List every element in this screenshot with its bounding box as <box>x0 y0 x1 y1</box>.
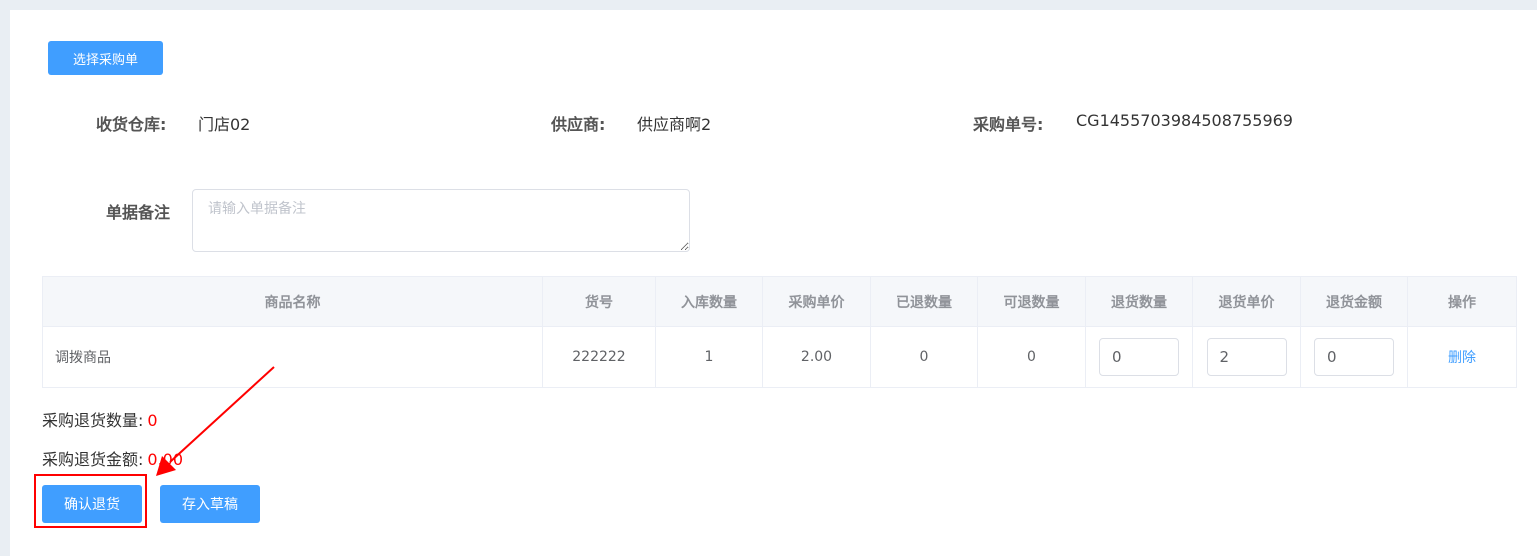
return-amount-input[interactable] <box>1314 338 1394 376</box>
col-header-unit-price: 采购单价 <box>762 276 871 327</box>
return-price-input[interactable] <box>1206 338 1287 376</box>
col-header-return-amount: 退货金额 <box>1300 276 1408 327</box>
col-header-action: 操作 <box>1407 276 1517 327</box>
remark-label: 单据备注 <box>106 203 171 222</box>
delete-link[interactable]: 删除 <box>1448 350 1476 366</box>
supplier-label: 供应商: <box>551 115 606 134</box>
return-items-table: 商品名称 货号 入库数量 采购单价 已退数量 可退数量 退货数量 退货单价 退货… <box>42 276 1517 388</box>
col-header-returned-qty: 已退数量 <box>870 276 978 327</box>
cell-return-amount <box>1300 326 1408 388</box>
col-header-returnable-qty: 可退数量 <box>977 276 1086 327</box>
cell-returnable-qty: 0 <box>977 326 1086 388</box>
col-header-return-qty: 退货数量 <box>1085 276 1193 327</box>
cell-return-qty <box>1085 326 1193 388</box>
col-header-in-qty: 入库数量 <box>655 276 763 327</box>
confirm-return-button[interactable]: 确认退货 <box>42 485 142 523</box>
return-amount-summary: 采购退货金额: 0.00 <box>42 446 183 470</box>
cell-action: 删除 <box>1407 326 1517 388</box>
warehouse-value: 门店02 <box>198 115 251 134</box>
cell-unit-price: 2.00 <box>762 326 871 388</box>
main-panel: 选择采购单 收货仓库: 门店02 供应商: 供应商啊2 采购单号: CG1455… <box>10 10 1537 556</box>
return-qty-input[interactable] <box>1099 338 1179 376</box>
table-header-row: 商品名称 货号 入库数量 采购单价 已退数量 可退数量 退货数量 退货单价 退货… <box>42 276 1517 327</box>
return-qty-label: 采购退货数量: <box>42 411 144 430</box>
return-amount-value: 0.00 <box>147 450 184 469</box>
col-header-return-price: 退货单价 <box>1192 276 1301 327</box>
return-qty-value: 0 <box>147 411 158 430</box>
return-qty-summary: 采购退货数量: 0 <box>42 407 158 431</box>
supplier-value: 供应商啊2 <box>637 115 712 134</box>
save-draft-button[interactable]: 存入草稿 <box>160 485 260 523</box>
order-no-value: CG1455703984508755969 <box>1076 111 1293 130</box>
cell-return-price <box>1192 326 1301 388</box>
col-header-name: 商品名称 <box>42 276 543 327</box>
table-row: 调拨商品 222222 1 2.00 0 0 删除 <box>42 326 1517 388</box>
cell-returned-qty: 0 <box>870 326 978 388</box>
return-amount-label: 采购退货金额: <box>42 450 144 469</box>
warehouse-label: 收货仓库: <box>96 115 167 134</box>
select-purchase-order-button[interactable]: 选择采购单 <box>48 41 163 75</box>
cell-name: 调拨商品 <box>42 326 543 388</box>
col-header-sku: 货号 <box>542 276 656 327</box>
remark-input[interactable] <box>192 189 690 252</box>
cell-sku: 222222 <box>542 326 656 388</box>
order-no-label: 采购单号: <box>973 115 1044 134</box>
cell-in-qty: 1 <box>655 326 763 388</box>
